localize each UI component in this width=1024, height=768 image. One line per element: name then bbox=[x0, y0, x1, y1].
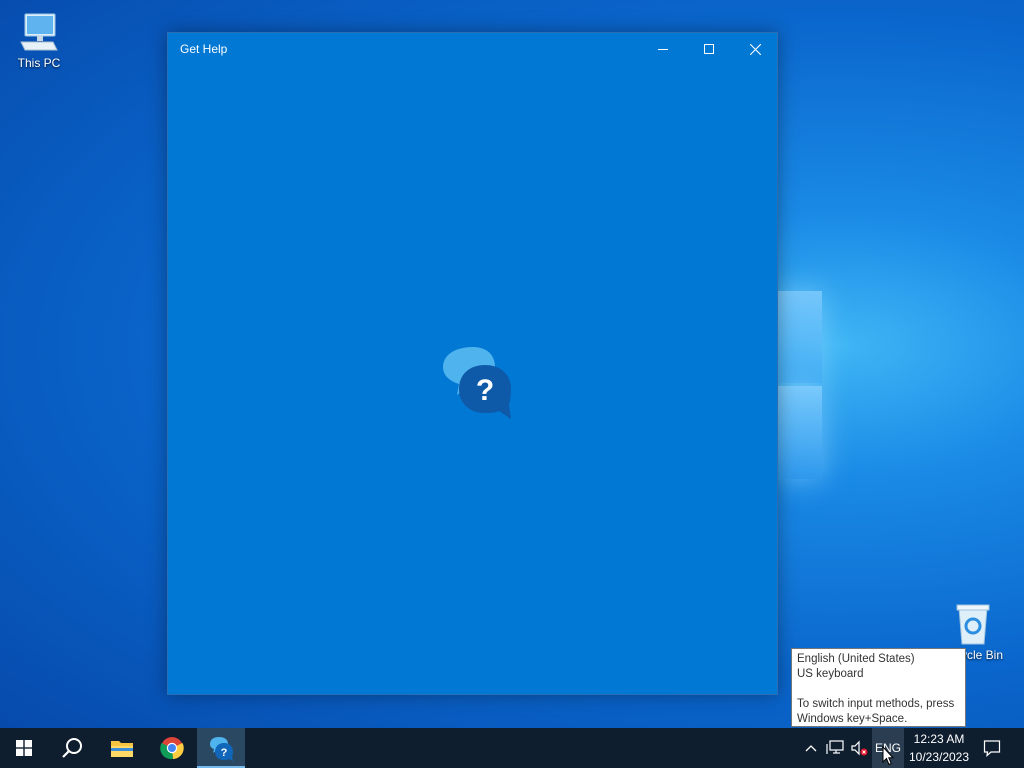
action-center-button[interactable] bbox=[976, 728, 1008, 768]
taskbar-chrome[interactable] bbox=[148, 728, 196, 768]
minimize-icon bbox=[658, 49, 668, 50]
network-button[interactable] bbox=[823, 728, 847, 768]
wallpaper-beam-bottom bbox=[778, 386, 822, 479]
close-icon bbox=[749, 43, 761, 55]
desktop-icon-label: This PC bbox=[17, 56, 61, 70]
windows-logo-icon bbox=[16, 740, 32, 756]
mouse-cursor-icon bbox=[882, 746, 894, 766]
input-method-tooltip: English (United States) US keyboard To s… bbox=[791, 648, 966, 727]
notification-icon bbox=[983, 740, 1001, 757]
folder-icon bbox=[111, 741, 133, 757]
maximize-icon bbox=[704, 44, 714, 54]
svg-text:?: ? bbox=[221, 747, 228, 759]
get-help-icon: ? bbox=[210, 737, 233, 761]
show-hidden-icons-button[interactable] bbox=[800, 728, 822, 768]
clock-time: 12:23 AM bbox=[913, 732, 965, 746]
computer-icon bbox=[20, 13, 58, 51]
start-button[interactable] bbox=[0, 728, 48, 768]
maximize-button[interactable] bbox=[686, 33, 732, 65]
chrome-icon bbox=[160, 737, 184, 760]
window-titlebar[interactable]: Get Help bbox=[168, 33, 777, 65]
tooltip-language: English (United States) bbox=[797, 653, 915, 665]
window-title: Get Help bbox=[180, 42, 228, 56]
volume-muted-icon bbox=[851, 740, 868, 756]
taskbar-get-help[interactable]: ? bbox=[197, 728, 245, 768]
clock[interactable]: 12:23 AM 10/23/2023 bbox=[906, 728, 972, 768]
network-icon bbox=[826, 740, 844, 754]
tooltip-hint-line2: Windows key+Space. bbox=[797, 713, 908, 725]
clock-date: 10/23/2023 bbox=[908, 750, 970, 764]
recycle-bin-icon bbox=[956, 604, 990, 645]
volume-button[interactable] bbox=[847, 728, 871, 768]
tooltip-keyboard: US keyboard bbox=[797, 668, 864, 680]
get-help-splash-icon: ? bbox=[443, 347, 511, 419]
desktop-icon-label: ycle Bin bbox=[961, 648, 1004, 662]
get-help-window: Get Help ? bbox=[167, 32, 778, 695]
chevron-up-icon bbox=[805, 745, 817, 752]
taskbar: ? ENG 12:23 AM 10/23/2023 bbox=[0, 728, 1024, 768]
tooltip-hint-line1: To switch input methods, press bbox=[797, 698, 955, 710]
wallpaper-beam-top bbox=[778, 291, 822, 383]
taskbar-file-explorer[interactable] bbox=[98, 728, 146, 768]
search-button[interactable] bbox=[48, 728, 96, 768]
minimize-button[interactable] bbox=[640, 33, 686, 65]
svg-text:?: ? bbox=[476, 374, 494, 407]
desktop-icon-this-pc[interactable]: This PC bbox=[3, 10, 75, 70]
close-button[interactable] bbox=[732, 33, 778, 65]
search-icon bbox=[62, 738, 82, 758]
